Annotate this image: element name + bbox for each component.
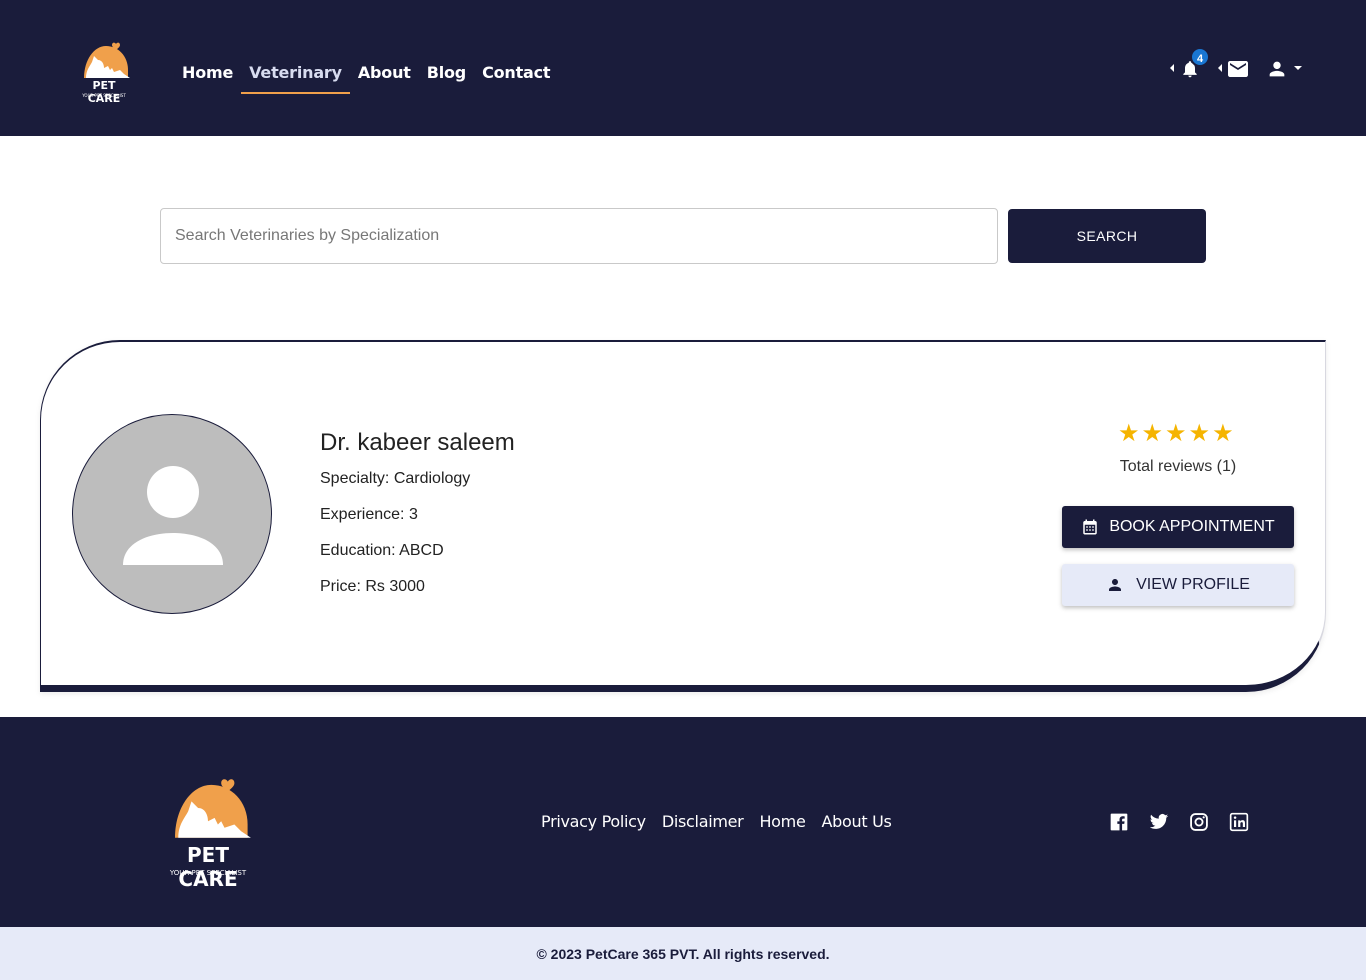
footer-link-home[interactable]: Home	[751, 812, 813, 831]
logo-title: PET CARE	[87, 79, 121, 105]
nav-about[interactable]: About	[350, 57, 419, 94]
star-icon: ★	[1212, 420, 1234, 447]
search-input[interactable]	[160, 208, 998, 264]
footer-link-disclaimer[interactable]: Disclaimer	[654, 812, 752, 831]
footer-logo[interactable]: PET CARE YOUR PET SPECIALIST	[158, 775, 258, 891]
doctor-specialty: Specialty: Cardiology	[320, 470, 471, 487]
calendar-icon	[1083, 519, 1098, 535]
site-footer: PET CARE YOUR PET SPECIALIST Privacy Pol…	[0, 717, 1366, 927]
site-header: PET CARE YOUR PET SPECIALIST Home Veteri…	[0, 0, 1366, 136]
user-icon	[1269, 61, 1285, 77]
notifications-button[interactable]: 4	[1180, 47, 1210, 79]
footer-link-about[interactable]: About Us	[814, 812, 900, 831]
person-placeholder-icon	[123, 466, 223, 565]
search-button[interactable]: SEARCH	[1008, 209, 1206, 263]
star-icon: ★	[1165, 420, 1187, 447]
star-icon: ★	[1118, 420, 1140, 447]
pet-logo-icon	[84, 42, 130, 78]
main-nav: Home Veterinary About Blog Contact	[174, 57, 558, 94]
view-profile-button[interactable]: VIEW PROFILE	[1062, 564, 1294, 606]
nav-home[interactable]: Home	[174, 57, 241, 94]
doctor-price: Price: Rs 3000	[320, 578, 425, 595]
doctor-experience: Experience: 3	[320, 506, 418, 523]
star-icon: ★	[1141, 420, 1164, 447]
notifications-caret-icon	[1170, 64, 1174, 72]
rating-stars: ★ ★ ★ ★ ★	[1118, 422, 1234, 446]
logo-tagline: YOUR PET SPECIALIST	[82, 93, 126, 98]
twitter-icon[interactable]	[1149, 812, 1169, 832]
messages-button[interactable]	[1226, 57, 1250, 81]
book-appointment-button[interactable]: BOOK APPOINTMENT	[1062, 506, 1294, 548]
footer-logo-tagline: YOUR PET SPECIALIST	[169, 869, 247, 877]
facebook-icon[interactable]	[1109, 812, 1129, 832]
total-reviews: Total reviews (1)	[1119, 458, 1237, 475]
nav-contact[interactable]: Contact	[474, 57, 558, 94]
notification-count-badge: 4	[1190, 47, 1210, 67]
copyright-bar: © 2023 PetCare 365 PVT. All rights reser…	[0, 927, 1366, 980]
account-menu-button[interactable]	[1266, 58, 1304, 80]
mail-icon	[1228, 61, 1248, 77]
view-profile-label: VIEW PROFILE	[1136, 576, 1250, 593]
instagram-icon[interactable]	[1189, 812, 1209, 832]
avatar	[72, 414, 272, 614]
messages-caret-icon	[1218, 64, 1222, 72]
pet-logo-icon	[175, 779, 251, 838]
footer-link-privacy[interactable]: Privacy Policy	[533, 812, 654, 831]
nav-veterinary[interactable]: Veterinary	[241, 57, 350, 94]
nav-blog[interactable]: Blog	[419, 57, 474, 94]
linkedin-icon[interactable]	[1229, 812, 1249, 832]
doctor-name: Dr. kabeer saleem	[320, 429, 515, 456]
header-logo[interactable]: PET CARE YOUR PET SPECIALIST	[76, 40, 132, 105]
doctor-education: Education: ABCD	[320, 542, 444, 559]
book-appointment-label: BOOK APPOINTMENT	[1109, 518, 1275, 535]
chevron-down-icon	[1294, 66, 1302, 70]
star-icon: ★	[1188, 420, 1211, 447]
person-icon	[1109, 579, 1122, 591]
footer-links: Privacy Policy Disclaimer Home About Us	[533, 812, 900, 831]
footer-logo-title: PET CARE	[178, 843, 238, 891]
